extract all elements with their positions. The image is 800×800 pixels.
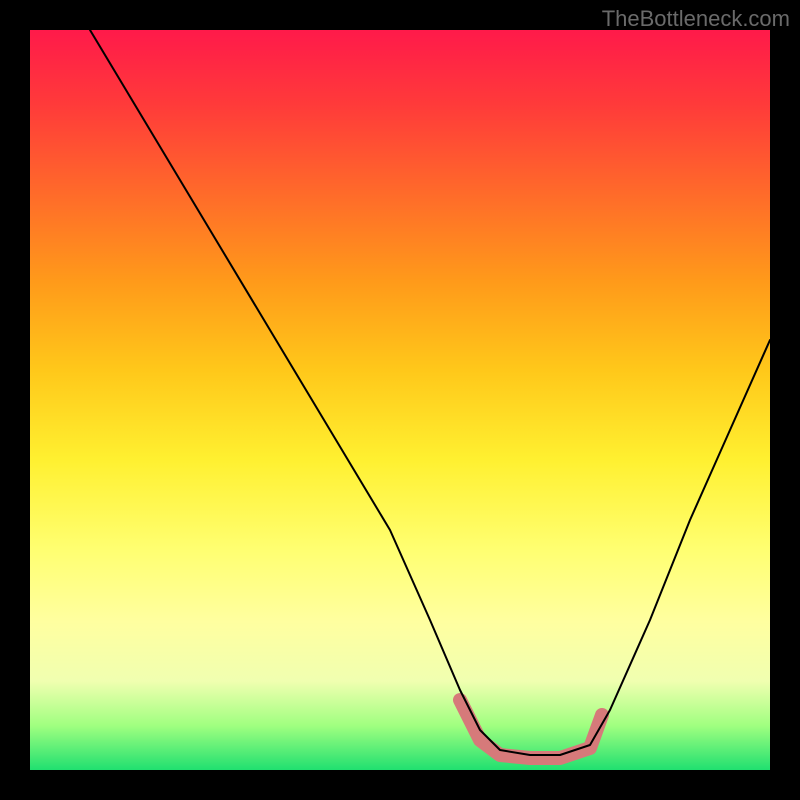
bottleneck-curve-path xyxy=(90,30,770,755)
watermark-text: TheBottleneck.com xyxy=(602,6,790,32)
flat-region-path xyxy=(460,700,602,758)
chart-svg xyxy=(30,30,770,770)
chart-area xyxy=(30,30,770,770)
